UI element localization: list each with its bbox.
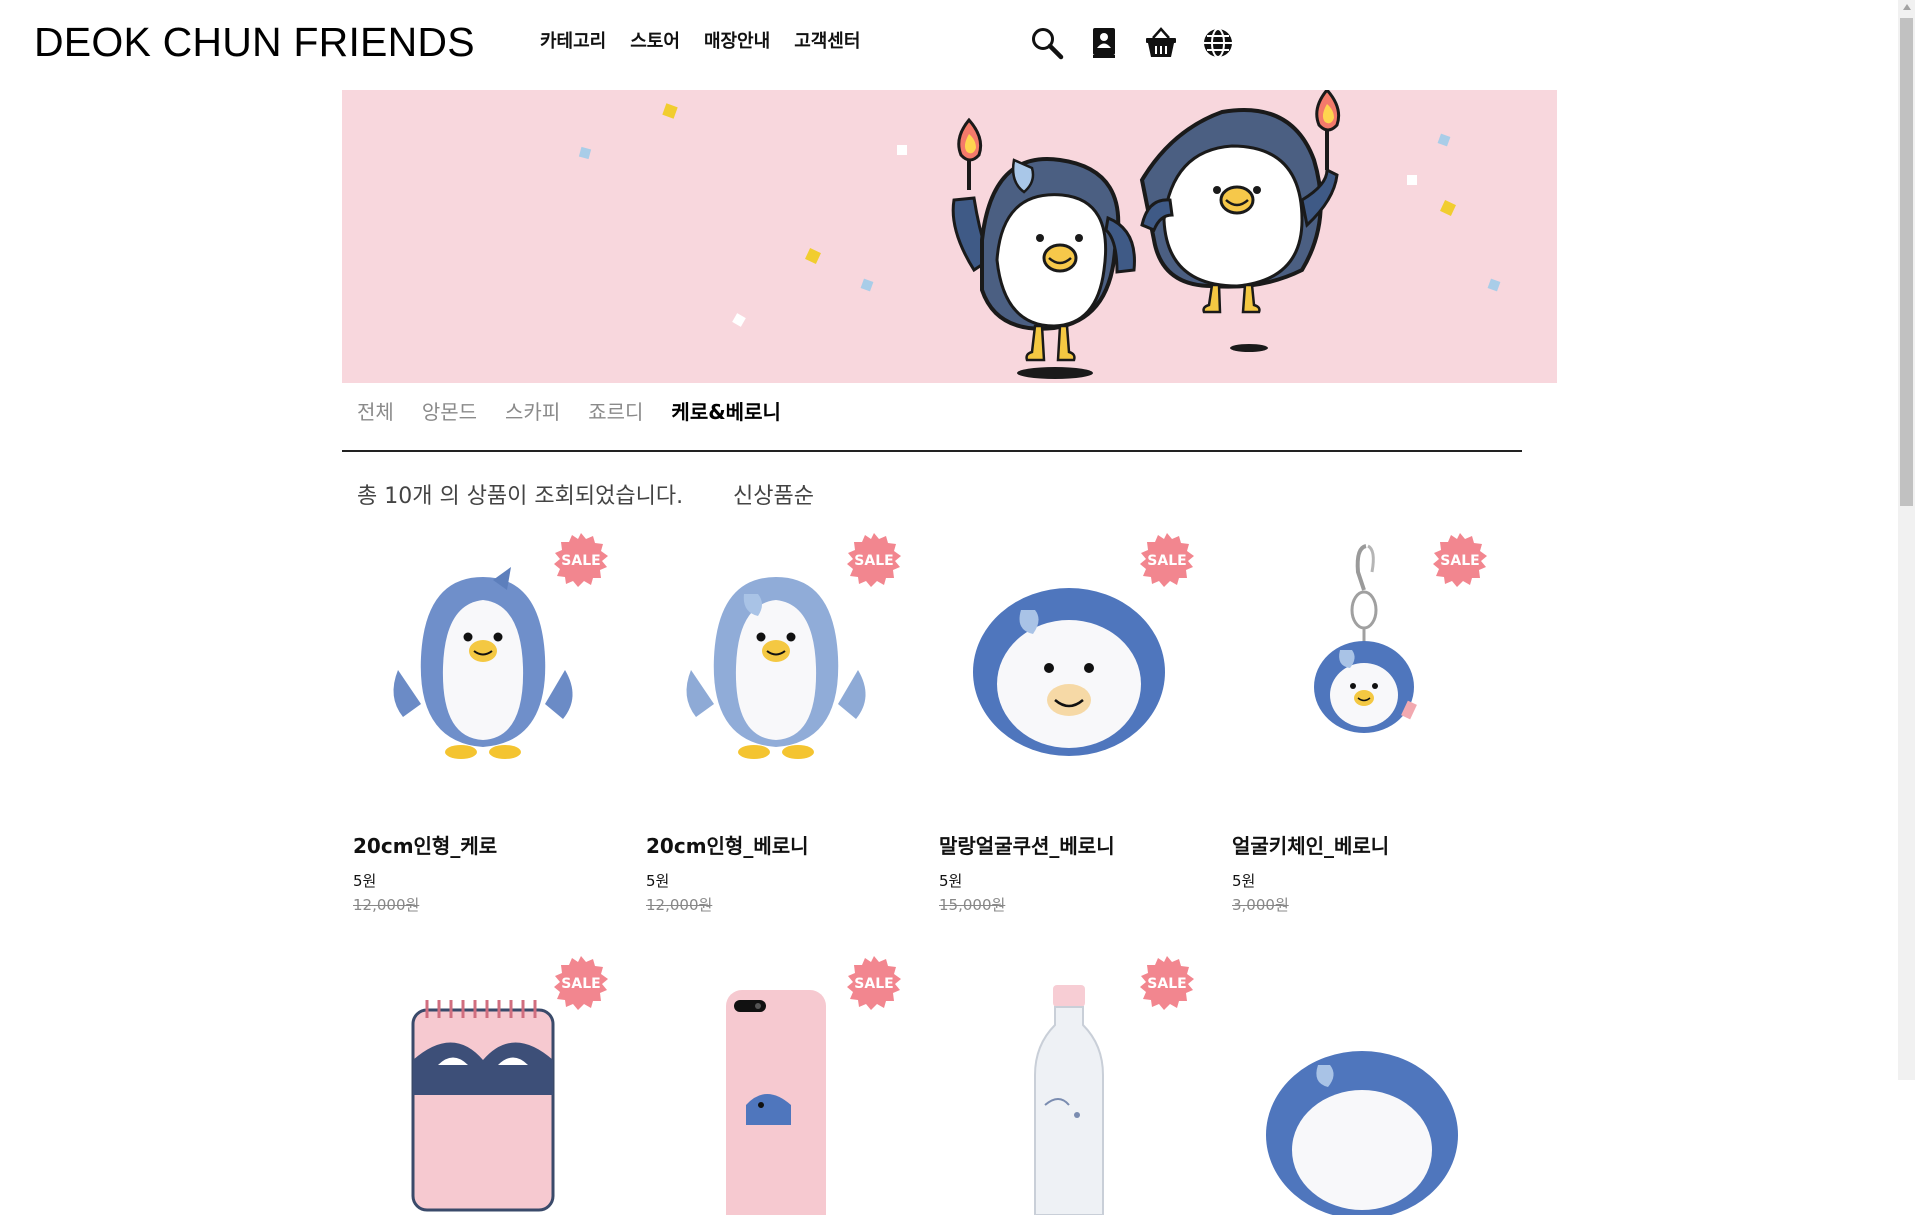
sale-badge: SALE — [553, 532, 609, 588]
tab-scappy[interactable]: 스카피 — [505, 396, 560, 425]
category-tabs: 전체 앙몬드 스카피 죠르디 케로&베로니 — [357, 396, 781, 425]
product-price: 5원 — [646, 872, 670, 890]
product-image-cushion-partial[interactable] — [1232, 955, 1492, 1219]
page-scrollbar[interactable] — [1898, 0, 1915, 1080]
product-price: 5원 — [1232, 872, 1256, 890]
product-price: 5원 — [939, 872, 963, 890]
product-original-price: 15,000원 — [939, 896, 1006, 914]
product-price: 5원 — [353, 872, 377, 890]
basket-icon[interactable] — [1144, 25, 1178, 61]
product-name[interactable]: 얼굴키체인_베로니 — [1232, 830, 1389, 859]
scroll-up-arrow-icon[interactable] — [1903, 4, 1911, 10]
profile-book-icon[interactable] — [1087, 25, 1121, 61]
sale-badge: SALE — [1432, 532, 1488, 588]
sale-badge-label: SALE — [561, 553, 600, 569]
penguins-celebration-illustration — [578, 90, 1501, 379]
search-icon[interactable] — [1030, 25, 1064, 61]
tab-kero-beroni[interactable]: 케로&베로니 — [671, 396, 780, 425]
sale-badge-label: SALE — [1440, 553, 1479, 569]
sale-badge-label: SALE — [854, 553, 893, 569]
sort-newest[interactable]: 신상품순 — [733, 478, 814, 510]
product-name[interactable]: 20cm인형_베로니 — [646, 830, 809, 859]
product-original-price: 12,000원 — [646, 896, 713, 914]
result-count: 총 10개 의 상품이 조회되었습니다. — [357, 484, 684, 509]
sale-badge-label: SALE — [561, 976, 600, 992]
hero-banner — [342, 90, 1557, 383]
header-icons — [1030, 25, 1235, 61]
sale-badge: SALE — [1139, 532, 1195, 588]
sale-badge: SALE — [846, 955, 902, 1011]
tab-all[interactable]: 전체 — [357, 396, 394, 425]
sale-badge-label: SALE — [854, 976, 893, 992]
sale-badge: SALE — [553, 955, 609, 1011]
tabs-divider — [342, 450, 1522, 452]
tab-jordy[interactable]: 죠르디 — [588, 396, 643, 425]
product-name[interactable]: 20cm인형_케로 — [353, 830, 497, 859]
nav-category[interactable]: 카테고리 — [540, 27, 606, 53]
nav-store-info[interactable]: 매장안내 — [704, 27, 770, 53]
product-name[interactable]: 말랑얼굴쿠션_베로니 — [939, 830, 1115, 859]
product-original-price: 12,000원 — [353, 896, 420, 914]
sale-badge-label: SALE — [1147, 553, 1186, 569]
product-original-price: 3,000원 — [1232, 896, 1289, 914]
sale-badge: SALE — [1139, 955, 1195, 1011]
brand-logo[interactable]: DEOK CHUN FRIENDS — [34, 19, 475, 66]
sale-badge-label: SALE — [1147, 976, 1186, 992]
sale-badge: SALE — [846, 532, 902, 588]
nav-store[interactable]: 스토어 — [630, 27, 680, 53]
scroll-thumb[interactable] — [1900, 18, 1913, 506]
tab-angmond[interactable]: 앙몬드 — [422, 396, 477, 425]
main-nav: 카테고리 스토어 매장안내 고객센터 — [540, 27, 860, 53]
globe-icon[interactable] — [1201, 25, 1235, 61]
nav-customer-center[interactable]: 고객센터 — [794, 27, 860, 53]
